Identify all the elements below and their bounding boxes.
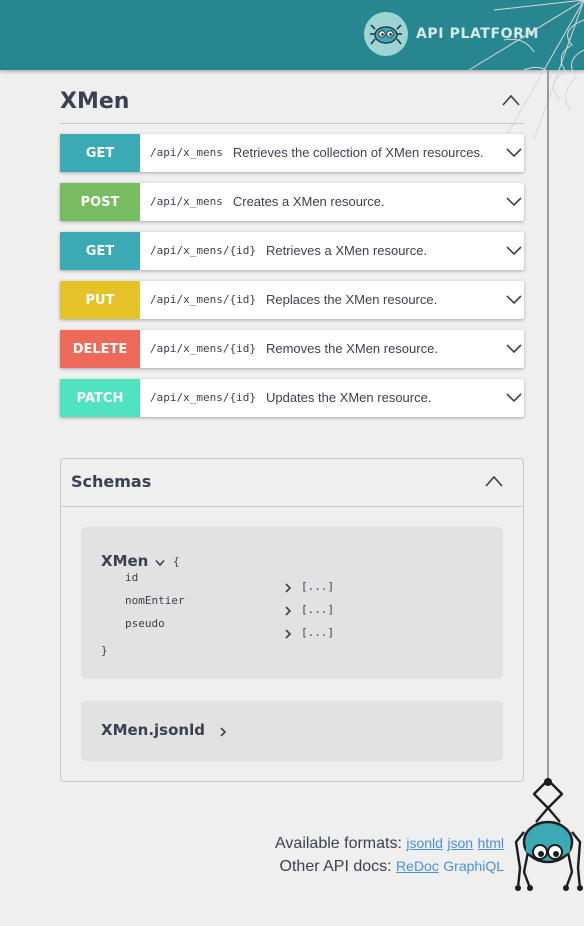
spider-thread [547, 70, 549, 782]
model-xmen-jsonld[interactable]: XMen.jsonld [81, 701, 503, 761]
format-link-json[interactable]: json [447, 835, 473, 851]
method-badge: POST [60, 183, 140, 221]
operation-delete[interactable]: DELETE /api/x_mens/{id} Removes the XMen… [60, 330, 524, 368]
operation-summary: Updates the XMen resource. [265, 390, 432, 405]
operation-path: /api/x_mens [150, 195, 223, 208]
property-value[interactable]: [...] [301, 580, 334, 593]
operation-summary: Creates a XMen resource. [232, 194, 385, 209]
method-badge: GET [60, 134, 140, 172]
operation-put[interactable]: PUT /api/x_mens/{id} Replaces the XMen r… [60, 281, 524, 319]
method-badge: GET [60, 232, 140, 270]
resource-section-header[interactable]: XMen [60, 88, 524, 124]
docs-link-redoc[interactable]: ReDoc [396, 858, 439, 874]
chevron-down-icon[interactable] [506, 294, 522, 305]
formats-line: Available formats: jsonld json html [275, 832, 504, 855]
model-name[interactable]: XMen.jsonld [101, 721, 205, 739]
chevron-down-icon[interactable] [506, 343, 522, 354]
open-brace: { [173, 555, 180, 568]
chevron-down-icon[interactable] [506, 196, 522, 207]
chevron-right-icon[interactable] [284, 583, 292, 593]
operation-path: /api/x_mens/{id} [150, 342, 256, 355]
schemas-header[interactable]: Schemas [61, 459, 523, 507]
chevron-right-icon[interactable] [219, 727, 227, 737]
chevron-right-icon[interactable] [284, 629, 292, 639]
operation-path: /api/x_mens [150, 146, 223, 159]
method-badge: PATCH [60, 379, 140, 417]
schemas-title: Schemas [71, 472, 152, 491]
chevron-down-icon[interactable] [155, 559, 165, 567]
operation-summary: Retrieves a XMen resource. [265, 243, 428, 258]
hanging-spider-icon [514, 778, 583, 891]
operation-path: /api/x_mens/{id} [150, 244, 256, 257]
operation-summary: Retrieves the collection of XMen resourc… [232, 145, 484, 160]
chevron-up-icon[interactable] [485, 475, 503, 487]
operation-post[interactable]: POST /api/x_mens Creates a XMen resource… [60, 183, 524, 221]
docs-link-graphiql[interactable]: GraphiQL [443, 858, 504, 874]
chevron-right-icon[interactable] [284, 606, 292, 616]
operation-path: /api/x_mens/{id} [150, 293, 256, 306]
property-value[interactable]: [...] [301, 603, 334, 616]
operation-get-item[interactable]: GET /api/x_mens/{id} Retrieves a XMen re… [60, 232, 524, 270]
chevron-down-icon[interactable] [506, 392, 522, 403]
chevron-down-icon[interactable] [506, 245, 522, 256]
operation-get-collection[interactable]: GET /api/x_mens Retrieves the collection… [60, 134, 524, 172]
property-name: id [125, 571, 139, 584]
schemas-panel: Schemas XMen { id [...] nomEntier [...] … [60, 458, 524, 782]
operation-summary: Replaces the XMen resource. [265, 292, 438, 307]
chevron-down-icon[interactable] [506, 147, 522, 158]
docs-label: Other API docs: [279, 858, 392, 875]
method-badge: PUT [60, 281, 140, 319]
docs-line: Other API docs: ReDoc GraphiQL [275, 855, 504, 878]
model-name[interactable]: XMen [101, 552, 148, 570]
model-xmen: XMen { id [...] nomEntier [...] pseudo [… [81, 527, 503, 679]
formats-label: Available formats: [275, 835, 402, 852]
close-brace: } [101, 644, 108, 657]
format-link-jsonld[interactable]: jsonld [406, 835, 443, 851]
operation-path: /api/x_mens/{id} [150, 391, 256, 404]
property-name: pseudo [125, 617, 165, 630]
operation-summary: Removes the XMen resource. [265, 341, 438, 356]
property-value[interactable]: [...] [301, 626, 334, 639]
spider-logo-icon [364, 12, 408, 56]
operation-patch[interactable]: PATCH /api/x_mens/{id} Updates the XMen … [60, 379, 524, 417]
property-name: nomEntier [125, 594, 185, 607]
chevron-up-icon[interactable] [502, 94, 520, 106]
format-link-html[interactable]: html [478, 835, 504, 851]
method-badge: DELETE [60, 330, 140, 368]
resource-title: XMen [60, 89, 130, 114]
footer: Available formats: jsonld json html Othe… [275, 832, 504, 878]
